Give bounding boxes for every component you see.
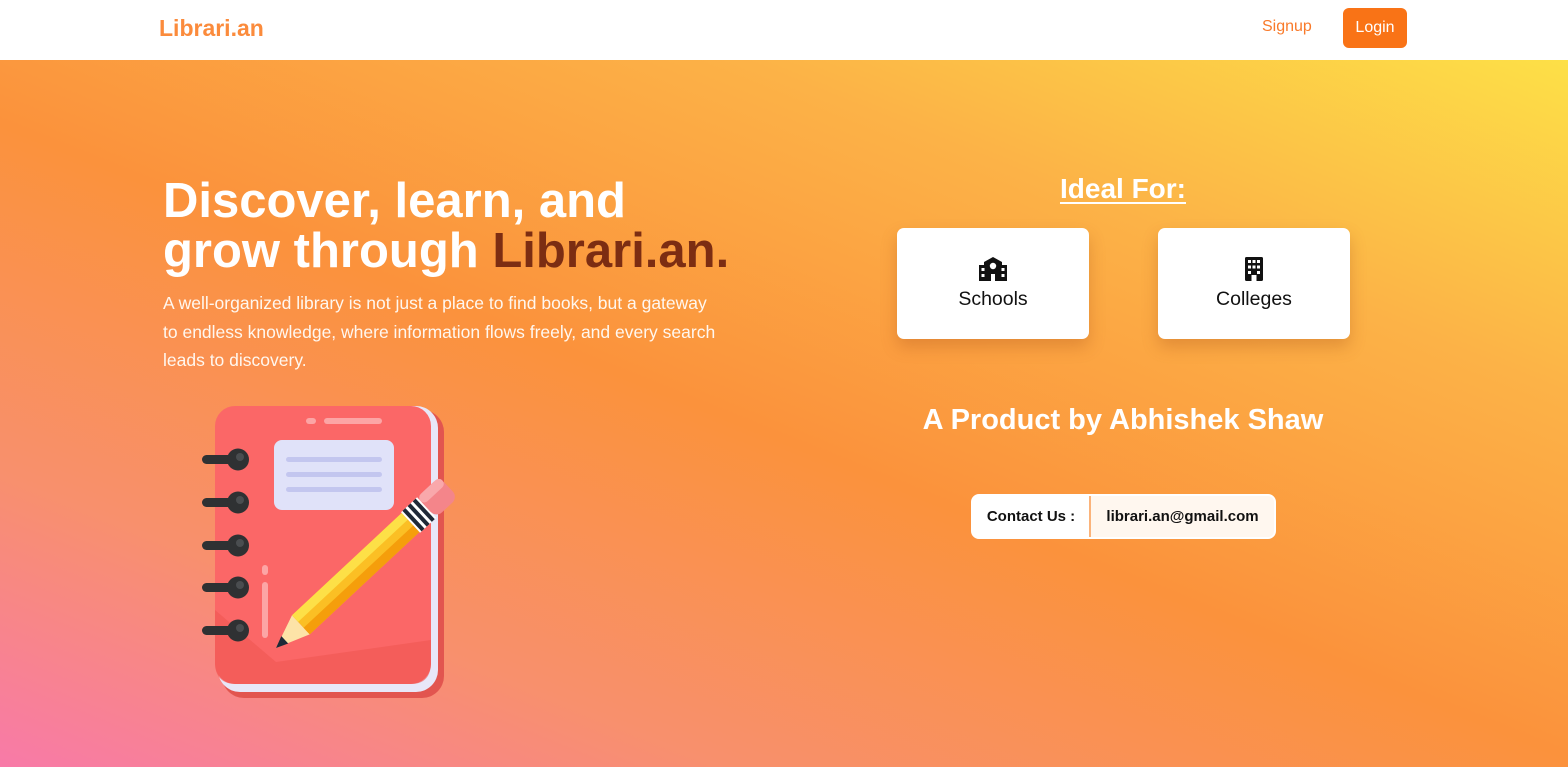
top-navbar: Librari.an Signup Login xyxy=(0,0,1568,60)
login-button[interactable]: Login xyxy=(1343,8,1407,48)
contact-box: Contact Us : librari.an@gmail.com xyxy=(971,494,1276,539)
headline-line-2-prefix: grow through xyxy=(163,224,493,278)
ideal-for-title: Ideal For: xyxy=(1059,173,1186,204)
building-icon xyxy=(1245,257,1263,281)
headline-brand-accent: Librari.an. xyxy=(492,224,730,278)
headline-line-1: Discover, learn, and xyxy=(163,174,626,228)
hero-headline: Discover, learn, and grow through Librar… xyxy=(163,176,783,276)
signup-link[interactable]: Signup xyxy=(1262,18,1312,36)
hero-section: Discover, learn, and grow through Librar… xyxy=(0,60,1568,767)
product-byline: A Product by Abhishek Shaw xyxy=(922,404,1324,436)
ideal-for-card-label: Colleges xyxy=(1216,288,1292,310)
notebook-pencil-illustration xyxy=(202,406,455,698)
contact-label: Contact Us : xyxy=(973,496,1091,537)
ideal-for-card-label: Schools xyxy=(958,288,1028,310)
hero-tagline: A well-organized library is not just a p… xyxy=(163,293,716,370)
ideal-for-card-colleges[interactable]: Colleges xyxy=(1158,228,1350,339)
headline-line-2: grow through Librari.an. xyxy=(163,226,783,276)
contact-email-link[interactable]: librari.an@gmail.com xyxy=(1091,496,1274,537)
ideal-for-card-schools[interactable]: Schools xyxy=(897,228,1089,339)
brand-logo-link[interactable]: Librari.an xyxy=(159,15,264,42)
school-icon xyxy=(979,257,1007,281)
